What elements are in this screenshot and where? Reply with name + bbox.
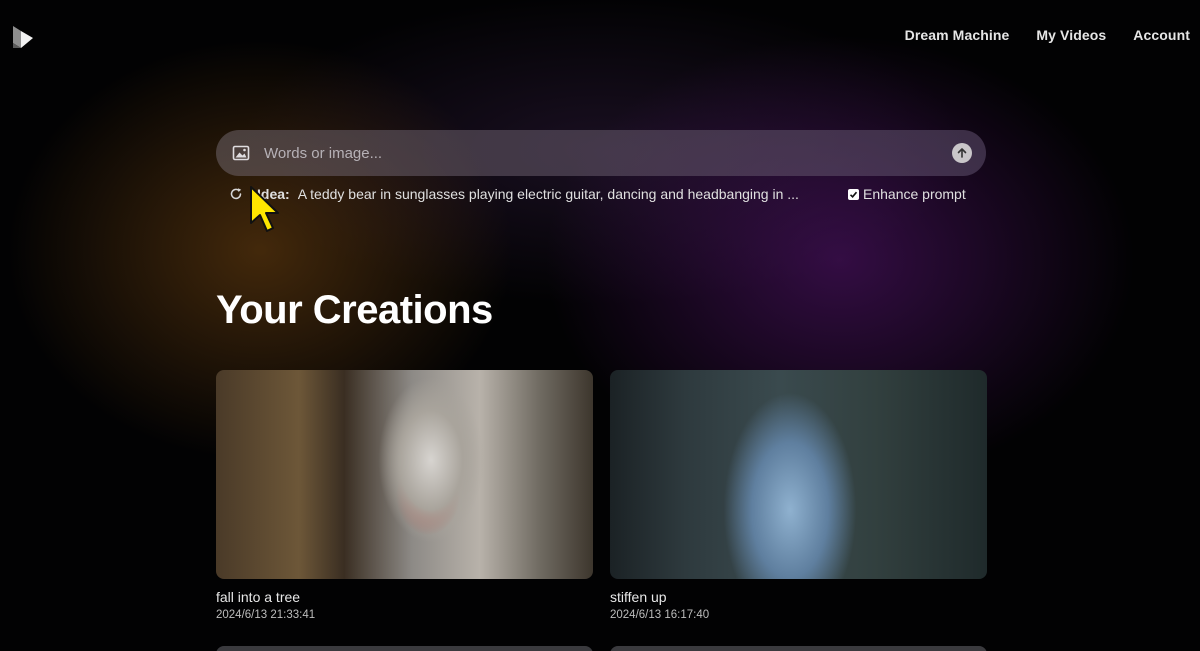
creation-title: stiffen up — [610, 589, 667, 605]
idea-row: Idea: A teddy bear in sunglasses playing… — [229, 185, 989, 203]
checkmark-icon — [849, 191, 858, 198]
creation-title: fall into a tree — [216, 589, 301, 605]
video-thumbnail-partial[interactable] — [610, 646, 987, 651]
page: Dream Machine My Videos Account Idea: A … — [0, 0, 1200, 651]
enhance-checkbox[interactable] — [848, 188, 859, 200]
mouse-cursor-icon — [250, 186, 279, 232]
enhance-label: Enhance prompt — [863, 186, 966, 202]
prompt-input[interactable] — [264, 130, 924, 176]
video-thumbnail-partial[interactable] — [216, 646, 593, 651]
luma-logo-icon[interactable] — [11, 24, 35, 50]
image-upload-icon[interactable] — [232, 144, 250, 162]
nav-dream-machine[interactable]: Dream Machine — [905, 27, 1010, 43]
creation-card[interactable]: fall into a tree 2024/6/13 21:33:41 — [216, 370, 593, 621]
enhance-prompt-toggle[interactable]: Enhance prompt — [848, 186, 966, 202]
nav-account[interactable]: Account — [1133, 27, 1190, 43]
idea-text[interactable]: A teddy bear in sunglasses playing elect… — [298, 186, 833, 202]
section-title: Your Creations — [216, 288, 493, 332]
video-thumbnail[interactable] — [216, 370, 593, 579]
video-thumbnail[interactable] — [610, 370, 987, 579]
creation-date: 2024/6/13 16:17:40 — [610, 609, 710, 621]
creation-date: 2024/6/13 21:33:41 — [216, 609, 316, 621]
refresh-icon[interactable] — [229, 187, 243, 201]
nav-my-videos[interactable]: My Videos — [1036, 27, 1106, 43]
prompt-bar — [216, 130, 986, 176]
creation-card[interactable]: stiffen up 2024/6/13 16:17:40 — [610, 370, 987, 621]
top-nav: Dream Machine My Videos Account — [905, 27, 1190, 43]
arrow-up-icon — [957, 148, 967, 158]
submit-button[interactable] — [952, 143, 972, 163]
